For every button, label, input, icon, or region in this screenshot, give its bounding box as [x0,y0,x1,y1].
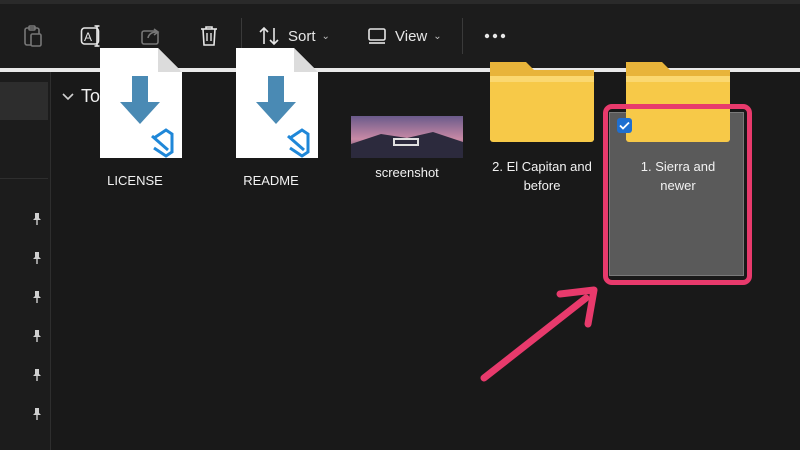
trash-icon [201,26,217,46]
view-icon [368,28,386,44]
sidebar-divider [0,178,48,179]
sort-icon [259,26,279,46]
pin-icon[interactable] [30,212,44,226]
sort-label: Sort [288,27,316,45]
file-item-license[interactable]: LICENSE [79,46,191,190]
navigation-pane [0,72,51,450]
file-name: screenshot [375,165,439,180]
pin-icon[interactable] [30,329,44,343]
clipboard-icon [24,25,42,47]
pin-icon[interactable] [30,407,44,421]
vscode-file-icon [235,48,318,158]
file-item-screenshot[interactable]: screenshot [351,46,463,182]
view-label: View [395,27,428,45]
file-name: 2. El Capitan and before [492,159,592,193]
chevron-down-icon [62,92,74,100]
paste-button[interactable] [20,18,46,54]
pin-icon[interactable] [30,290,44,304]
chevron-down-icon: ⌄ [433,30,442,42]
sidebar-item-selected[interactable] [0,82,48,120]
ellipsis-icon [484,33,506,39]
folder-item-el-capitan[interactable]: 2. El Capitan and before [486,46,598,195]
folder-icon [490,62,594,142]
file-item-readme[interactable]: README [215,46,327,190]
pin-icon[interactable] [30,251,44,265]
svg-text:A: A [84,30,92,44]
vscode-file-icon [99,48,182,158]
rename-icon: A [80,25,100,47]
share-icon [141,28,160,45]
file-name: README [243,173,299,188]
annotation-highlight-box [603,104,752,285]
file-name: LICENSE [107,173,163,188]
pin-icon[interactable] [30,368,44,382]
chevron-down-icon: ⌄ [321,30,330,42]
annotation-arrow-icon [480,286,598,382]
image-thumbnail [351,116,463,158]
